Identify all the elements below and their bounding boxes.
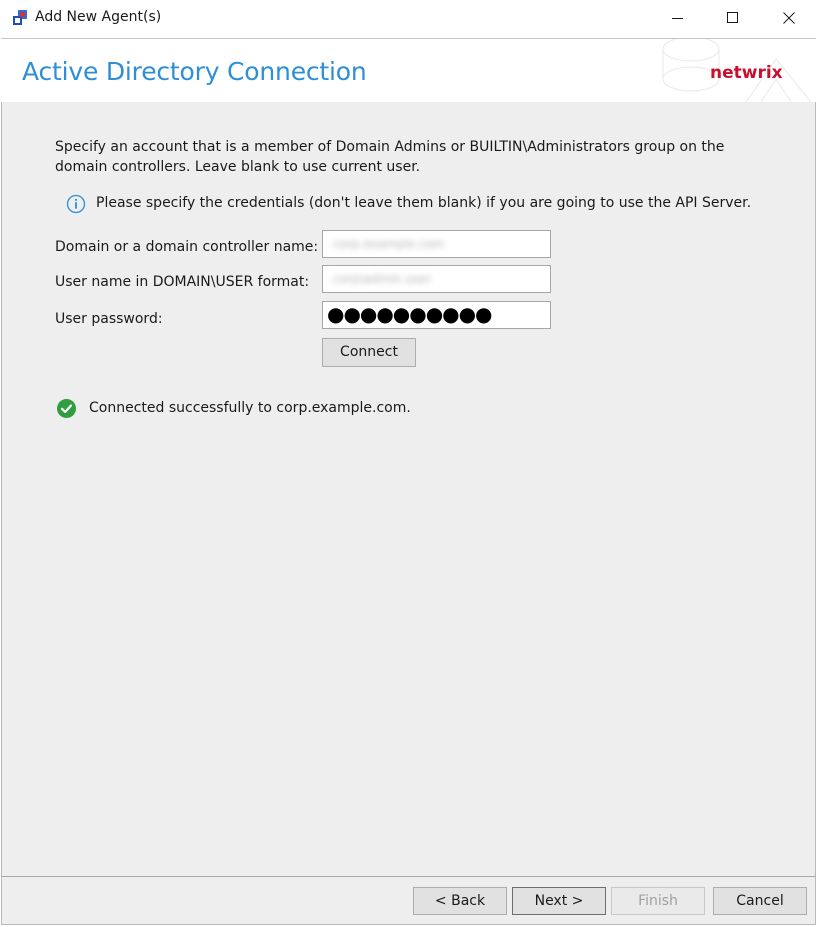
title-bar: Add New Agent(s) (0, 0, 818, 36)
domain-input-value: corp.example.com (333, 237, 445, 251)
netwrix-app-icon (11, 9, 29, 27)
username-input-value: corp\admin.user (333, 272, 432, 286)
instructions-text: Specify an account that is a member of D… (55, 139, 725, 175)
page-header: Active Directory Connection netwrix (1, 38, 816, 103)
password-input-value: ●●●●●●●●●● (327, 302, 493, 326)
domain-label: Domain or a domain controller name: (55, 239, 319, 255)
back-button[interactable]: < Back (413, 887, 507, 915)
close-button[interactable] (760, 0, 818, 36)
checkmark-icon (57, 399, 76, 418)
add-new-agents-dialog: Add New Agent(s) Active Directory Connec… (0, 0, 818, 927)
api-server-note: Please specify the credentials (don't le… (96, 195, 752, 211)
password-input[interactable]: ●●●●●●●●●● (322, 301, 551, 329)
minimize-button[interactable] (648, 0, 706, 36)
page-title: Active Directory Connection (22, 57, 367, 86)
window-title: Add New Agent(s) (35, 9, 162, 25)
maximize-button[interactable] (703, 0, 761, 36)
domain-input[interactable]: corp.example.com (322, 230, 551, 258)
svg-text:netwrix: netwrix (710, 63, 783, 83)
content-panel: Specify an account that is a member of D… (1, 102, 816, 876)
info-icon (66, 194, 86, 214)
connection-status-text: Connected successfully to corp.example.c… (89, 400, 411, 416)
connect-button[interactable]: Connect (322, 338, 416, 367)
cancel-button[interactable]: Cancel (713, 887, 807, 915)
netwrix-logo: netwrix (710, 63, 790, 87)
password-label: User password: (55, 311, 163, 327)
next-button[interactable]: Next > (512, 887, 606, 915)
username-input[interactable]: corp\admin.user (322, 265, 551, 293)
wizard-footer: < Back Next > Finish Cancel (1, 876, 816, 925)
finish-button[interactable]: Finish (611, 887, 705, 915)
username-label: User name in DOMAIN\USER format: (55, 274, 310, 290)
